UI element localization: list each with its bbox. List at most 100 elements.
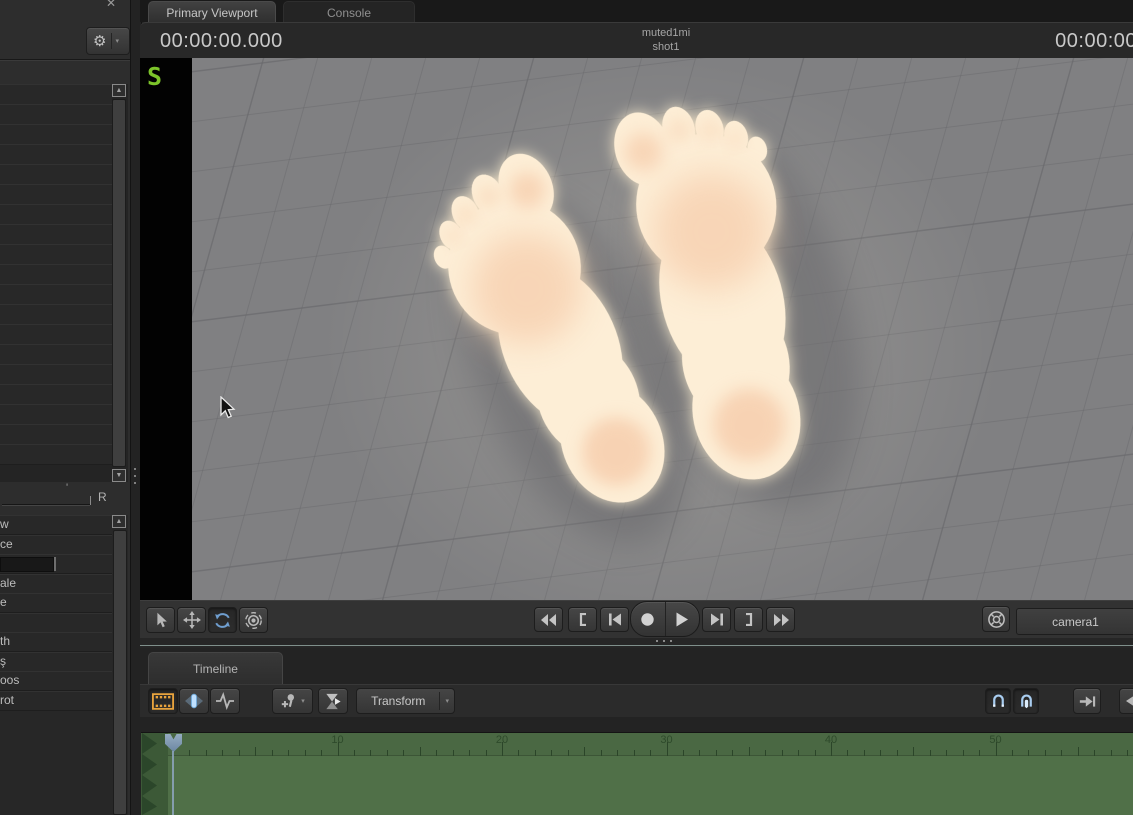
magnet-icon [990,693,1007,710]
select-tool-button[interactable] [146,607,175,633]
hourglass-icon [323,692,343,711]
property-row[interactable]: ş [0,652,112,672]
record-button[interactable] [631,602,665,636]
list-item[interactable] [0,124,112,145]
list-item[interactable] [0,144,112,165]
property-row[interactable] [0,554,112,574]
rotate-tool-button[interactable] [208,607,237,633]
range-slider-track[interactable] [2,504,90,505]
tab-primary-viewport[interactable]: Primary Viewport [148,1,276,23]
property-row[interactable]: ce [0,535,112,555]
list-item[interactable] [0,184,112,205]
settings-button[interactable]: ⚙ ▾ [86,27,130,55]
list-item[interactable] [0,104,112,125]
list-item[interactable] [0,324,112,345]
list-item[interactable] [0,364,112,385]
snap-keys-toggle-button[interactable] [1013,688,1039,714]
fast-rewind-button[interactable] [534,607,563,632]
list-item[interactable] [0,404,112,425]
property-row[interactable]: ale [0,574,112,594]
chevron-down-icon: ▾ [115,37,119,45]
range-slider-mark: ' [66,482,68,494]
play-button[interactable] [666,602,700,636]
sidebar-divider [0,59,130,60]
go-to-start-button[interactable] [600,607,629,632]
scroll-up-button[interactable]: ▲ [112,84,126,97]
scale-tool-button[interactable] [239,607,268,633]
clip-mode-button[interactable] [179,688,209,714]
property-label: ş [0,654,6,668]
mouse-cursor-icon [218,396,236,420]
timecode-bar: 00:00:00.000 muted1mi shot1 00:00:00 [140,22,1133,59]
filmstrip-icon [152,693,174,710]
property-row[interactable]: e [0,593,112,613]
look-through-camera-button[interactable] [982,606,1010,632]
scroll-up-button[interactable]: ▲ [112,515,126,528]
list-item[interactable] [0,204,112,225]
snap-toggle-button[interactable] [985,688,1011,714]
range-slider-row: ' R [0,484,130,514]
list-item[interactable] [0,244,112,265]
fast-forward-button[interactable] [766,607,795,632]
horizontal-splitter[interactable] [140,638,1133,648]
add-keyframe-button[interactable]: ▾ [272,688,313,714]
list-item[interactable] [0,264,112,285]
track-header-column [141,733,168,815]
list-item[interactable] [0,224,112,245]
go-to-end-frame-button[interactable] [702,607,731,632]
fast-rewind-icon [541,614,557,626]
property-row[interactable]: w [0,515,112,535]
shot-name-label: shot1 [520,40,812,54]
property-label: oos [0,673,19,687]
set-in-point-button[interactable] [568,607,597,632]
tab-console[interactable]: Console [283,1,415,23]
property-label: e [0,595,7,609]
list-item[interactable] [0,344,112,365]
list-item[interactable] [0,284,112,305]
timecode-current: 00:00:00.000 [160,30,283,53]
list-item[interactable] [0,164,112,185]
property-row[interactable]: rot [0,691,112,711]
input-caret [54,557,56,571]
range-label: R [98,490,107,504]
previous-key-button[interactable] [1119,688,1133,714]
close-icon[interactable]: ✕ [106,0,116,10]
timeline-track-area[interactable]: 1020304050 [141,733,1133,815]
tab-label: Console [327,6,371,20]
dopesheet-mode-button[interactable] [148,688,178,714]
list-item[interactable] [0,84,112,105]
shot-info: muted1mi shot1 [520,26,812,54]
clip-lens-icon [183,692,205,710]
timeline-ruler[interactable] [168,733,1133,756]
property-row[interactable]: oos [0,671,112,691]
move-tool-button[interactable] [177,607,206,633]
list-item[interactable] [0,384,112,405]
scrollbar-thumb[interactable] [112,99,126,467]
list-item[interactable] [0,424,112,445]
go-to-end-button[interactable] [1073,688,1101,714]
splitter-grip-icon [134,468,136,484]
time-sampling-button[interactable] [318,688,348,714]
transform-dropdown[interactable]: Transform ▾ [356,688,455,714]
value-input[interactable] [0,557,54,572]
camera-selector-button[interactable]: camera1 [1016,608,1133,635]
range-slider-end-tick [90,496,91,505]
scrollbar-thumb[interactable] [113,530,127,815]
scroll-down-button[interactable]: ▼ [112,469,126,482]
timeline-panel: Timeline [140,648,1133,815]
list-item[interactable] [0,304,112,325]
viewport-canvas[interactable] [192,58,1133,600]
set-out-point-button[interactable] [734,607,763,632]
property-row[interactable]: th [0,632,112,652]
sidebar-list-top: ▲ ▼ [0,84,128,482]
left-sidebar: ✕ ⚙ ▾ ▲ ▼ ' R ▲ wce alee th ş oos rot [0,0,131,815]
list-item[interactable] [0,444,112,465]
property-label: th [0,634,10,648]
move-icon [183,611,201,629]
chevron-down-icon: ▾ [301,697,305,705]
skip-to-start-icon [608,613,622,626]
property-row[interactable] [0,613,112,633]
property-label: rot [0,693,14,707]
tab-timeline[interactable]: Timeline [148,652,283,685]
curve-mode-button[interactable] [210,688,240,714]
